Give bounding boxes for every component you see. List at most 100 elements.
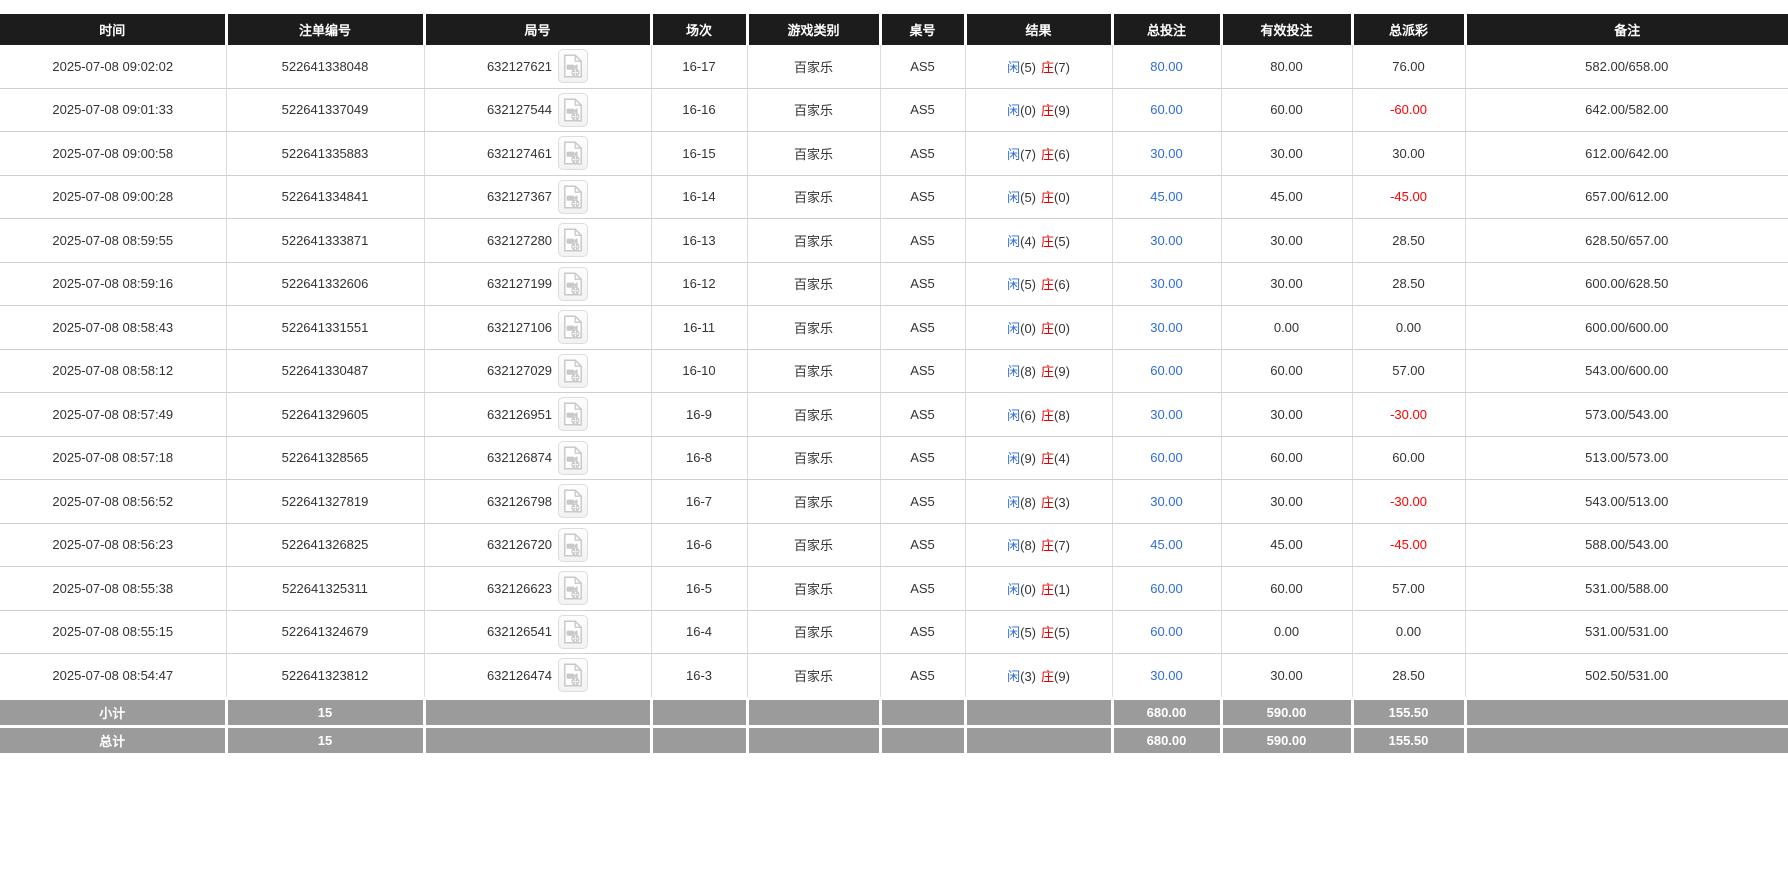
video-replay-button[interactable] [558, 614, 589, 649]
result-player-score: (8) [1020, 494, 1036, 510]
cell-game-type: 百家乐 [746, 305, 880, 350]
cell-game-type: 百家乐 [746, 392, 880, 437]
cell-result: 闲(0) 庄(9) [964, 88, 1112, 132]
video-replay-button[interactable] [558, 179, 589, 214]
video-replay-button[interactable] [558, 223, 589, 258]
result-player-score: (5) [1020, 277, 1036, 293]
cell-payout: -60.00 [1351, 88, 1465, 132]
video-replay-button[interactable] [558, 310, 589, 345]
result-banker-score: (0) [1054, 190, 1070, 206]
cell-round-number: 632127029 [423, 349, 651, 393]
video-replay-button[interactable] [558, 49, 589, 84]
cell-game-type: 百家乐 [746, 566, 880, 611]
cell-result: 闲(5) 庄(7) [964, 45, 1112, 89]
round-number-group: 632127544 [487, 92, 589, 127]
result-banker-score: (9) [1054, 103, 1070, 119]
subtotal-payout: 155.50 [1350, 696, 1465, 726]
subtotal-empty-cell [1463, 696, 1788, 726]
subtotal-row: 小计 15 680.00 590.00 155.50 [0, 696, 1788, 726]
result-banker-label: 庄 [1041, 451, 1055, 467]
column-header-payout: 总派彩 [1350, 14, 1465, 45]
video-replay-button[interactable] [558, 92, 589, 127]
cell-result: 闲(4) 庄(5) [964, 218, 1112, 263]
table-row: 2025-07-08 09:00:28 522641334841 632127367… [0, 175, 1788, 219]
cell-round-number: 632127367 [423, 175, 651, 219]
round-number: 632126798 [486, 493, 553, 509]
round-number-group: 632126951 [486, 397, 589, 432]
cell-order-number: 522641329605 [225, 392, 424, 437]
cell-session: 16-17 [650, 45, 747, 89]
round-number: 632126874 [486, 450, 553, 466]
cell-remark: 588.00/543.00 [1464, 523, 1788, 567]
cell-table-number: AS5 [879, 653, 965, 699]
cell-round-number: 632126874 [423, 436, 651, 480]
cell-valid-bet: 30.00 [1220, 653, 1352, 699]
table-row: 2025-07-08 09:02:02 522641338048 632127621… [0, 45, 1788, 89]
total-label: 总计 [0, 724, 226, 753]
table-row: 2025-07-08 09:01:33 522641337049 632127544… [0, 88, 1788, 132]
video-file-icon [564, 315, 582, 339]
round-number: 632127461 [486, 145, 553, 161]
cell-valid-bet: 80.00 [1220, 45, 1352, 89]
header-row: 时间 注单编号 局号 场次 游戏类别 桌号 结果 总投注 有效投注 总派彩 备注 [0, 14, 1788, 45]
video-replay-button[interactable] [558, 397, 589, 432]
cell-valid-bet: 0.00 [1220, 610, 1352, 654]
video-replay-button[interactable] [558, 353, 589, 388]
cell-valid-bet: 60.00 [1220, 88, 1352, 132]
cell-order-number: 522641323812 [225, 653, 424, 699]
cell-round-number: 632127544 [423, 88, 651, 132]
cell-total-bet: 30.00 [1111, 218, 1221, 263]
cell-payout: 76.00 [1351, 45, 1465, 89]
video-replay-button[interactable] [558, 136, 589, 171]
cell-session: 16-14 [650, 175, 747, 219]
cell-valid-bet: 30.00 [1220, 479, 1352, 524]
cell-game-type: 百家乐 [746, 218, 880, 263]
cell-session: 16-10 [650, 349, 747, 393]
cell-result: 闲(8) 庄(7) [964, 523, 1112, 567]
result-player-label: 闲 [1007, 668, 1021, 684]
cell-table-number: AS5 [879, 45, 965, 89]
round-number-group: 632127029 [487, 353, 589, 388]
column-header-result: 结果 [963, 14, 1112, 45]
table-row: 2025-07-08 08:56:52 522641327819 632126798… [0, 479, 1788, 524]
cell-round-number: 632127461 [423, 131, 651, 176]
cell-table-number: AS5 [879, 175, 965, 219]
video-replay-button[interactable] [558, 440, 589, 475]
round-number: 632127106 [486, 319, 553, 335]
subtotal-label: 小计 [0, 696, 226, 726]
total-empty-cell [878, 724, 965, 753]
table-row: 2025-07-08 08:57:49 522641329605 632126951… [0, 392, 1788, 437]
video-replay-button[interactable] [558, 527, 589, 562]
cell-table-number: AS5 [879, 436, 965, 480]
result-player-score: (0) [1020, 103, 1036, 119]
total-count: 15 [224, 724, 424, 753]
video-replay-button[interactable] [558, 484, 589, 519]
result-player-label: 闲 [1007, 494, 1021, 510]
cell-time: 2025-07-08 08:59:55 [0, 218, 226, 263]
video-replay-button[interactable] [558, 658, 589, 693]
round-number: 632126720 [486, 537, 553, 553]
video-replay-button[interactable] [558, 571, 589, 606]
video-file-icon [564, 446, 582, 470]
cell-order-number: 522641326825 [225, 523, 424, 567]
cell-valid-bet: 30.00 [1220, 392, 1352, 437]
result-banker-score: (6) [1054, 277, 1070, 293]
cell-valid-bet: 45.00 [1220, 175, 1352, 219]
result-banker-label: 庄 [1041, 320, 1055, 336]
video-replay-button[interactable] [558, 266, 589, 301]
video-file-icon [564, 185, 582, 209]
result-banker-score: (3) [1054, 494, 1070, 510]
cell-order-number: 522641324679 [225, 610, 424, 654]
round-number: 632126951 [486, 406, 553, 422]
cell-remark: 600.00/600.00 [1464, 305, 1788, 350]
cell-round-number: 632126541 [423, 610, 651, 654]
cell-game-type: 百家乐 [746, 262, 880, 306]
column-header-game_type: 游戏类别 [745, 14, 880, 45]
video-file-icon [564, 228, 582, 252]
cell-order-number: 522641325311 [225, 566, 424, 611]
cell-order-number: 522641338048 [225, 45, 424, 89]
cell-game-type: 百家乐 [746, 523, 880, 567]
result-player-score: (3) [1020, 668, 1036, 684]
result-banker-score: (7) [1054, 538, 1070, 554]
cell-payout: 60.00 [1351, 436, 1465, 480]
